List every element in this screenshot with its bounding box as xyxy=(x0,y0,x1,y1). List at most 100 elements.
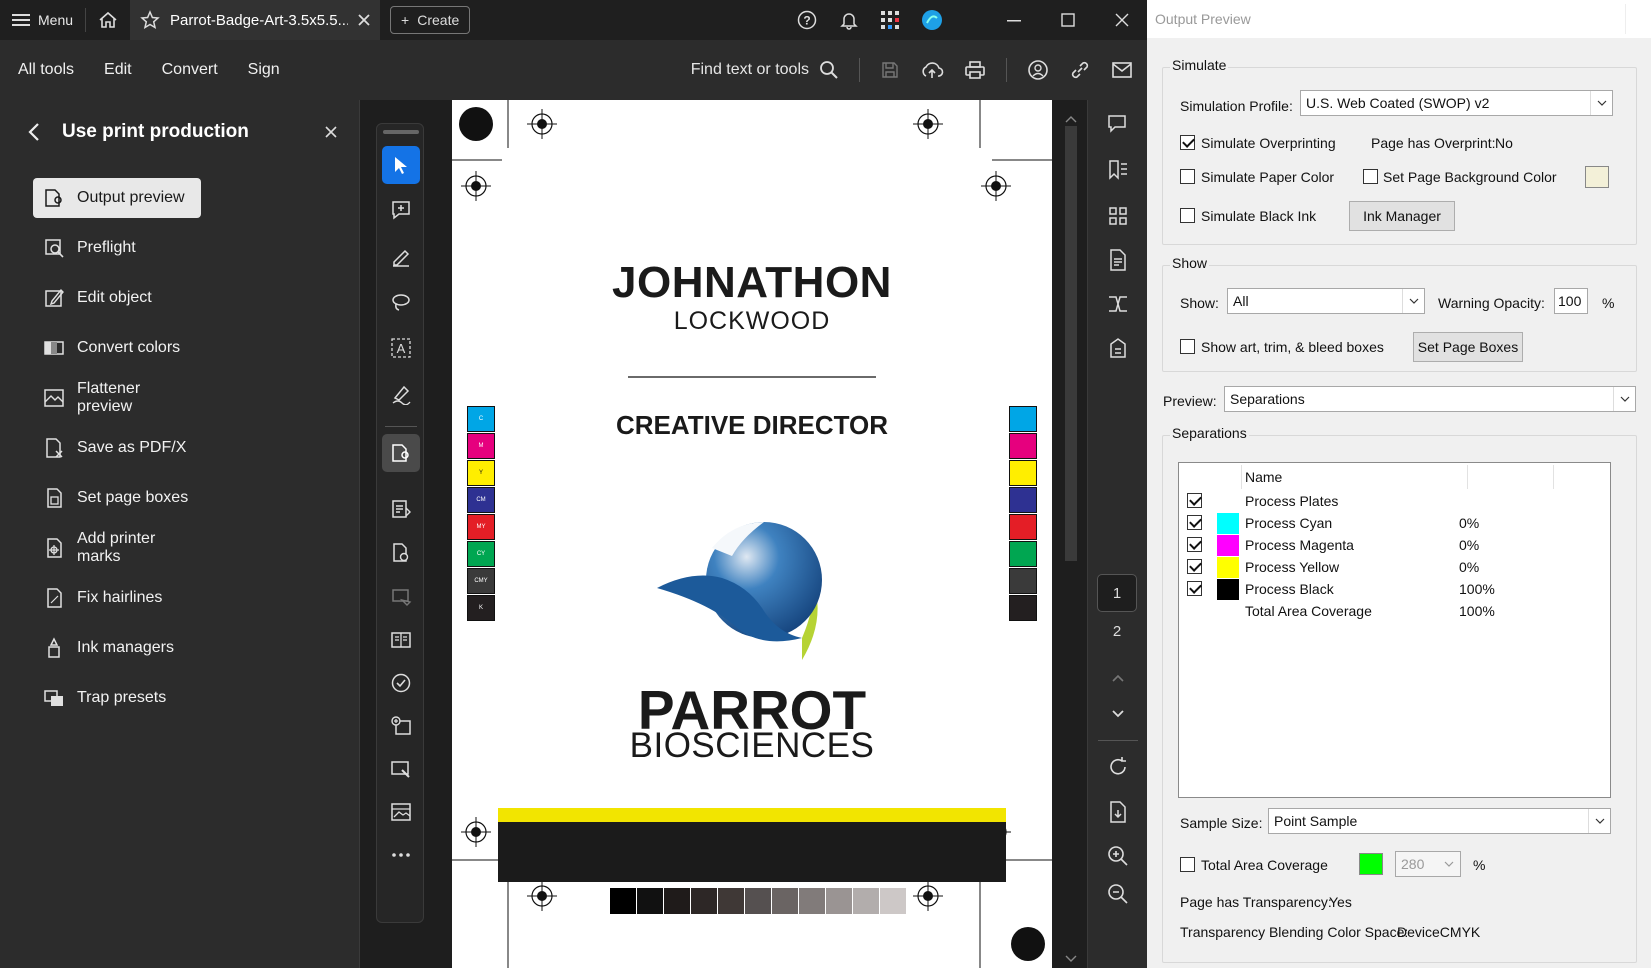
extract-page-icon[interactable] xyxy=(1106,800,1130,824)
page-number-1[interactable]: 1 xyxy=(1097,574,1137,612)
select-tool-button[interactable] xyxy=(382,146,420,184)
help-icon[interactable]: ? xyxy=(797,10,817,30)
tool-item-set-page-boxes[interactable]: Set page boxes xyxy=(33,478,201,518)
add-image-tool-button[interactable] xyxy=(382,707,420,745)
set-page-boxes-button[interactable]: Set Page Boxes xyxy=(1413,332,1523,362)
tool-item-edit-object[interactable]: Edit object xyxy=(33,278,201,318)
tool-item-fix-hairlines[interactable]: Fix hairlines xyxy=(33,578,201,618)
dialog-close-icon[interactable] xyxy=(1625,4,1651,34)
separation-checkbox[interactable] xyxy=(1187,537,1202,552)
mail-icon[interactable] xyxy=(1111,61,1133,79)
lasso-tool-button[interactable] xyxy=(382,283,420,321)
output-preview-tool-button[interactable] xyxy=(382,434,420,472)
zoom-in-icon[interactable] xyxy=(1106,844,1130,868)
separation-row[interactable]: Total Area Coverage 100% xyxy=(1179,601,1610,623)
minimize-icon[interactable] xyxy=(1007,13,1021,27)
page-settings-tool-button[interactable] xyxy=(382,534,420,572)
tool-item-ink-managers[interactable]: Ink managers xyxy=(33,628,201,668)
page-bg-color-checkbox[interactable] xyxy=(1363,169,1378,184)
screen-edit-icon xyxy=(390,758,412,780)
rotate-icon[interactable] xyxy=(1106,755,1130,779)
share-user-icon[interactable] xyxy=(1027,59,1049,81)
show-select[interactable]: All xyxy=(1227,288,1425,314)
home-button[interactable] xyxy=(86,0,130,40)
book-tool-button[interactable] xyxy=(382,621,420,659)
separation-row[interactable]: Process Magenta 0% xyxy=(1179,535,1610,557)
tool-item-add-printer-marks[interactable]: Add printer marks xyxy=(33,528,201,568)
apps-grid-icon[interactable] xyxy=(881,11,899,29)
tool-item-output-preview[interactable]: Output preview xyxy=(33,178,201,218)
sample-size-select[interactable]: Point Sample xyxy=(1268,808,1611,834)
show-boxes-checkbox[interactable] xyxy=(1180,339,1195,354)
separation-row[interactable]: Process Yellow 0% xyxy=(1179,557,1610,579)
cloud-upload-icon[interactable] xyxy=(920,60,944,80)
tac-color-swatch[interactable] xyxy=(1359,853,1383,875)
separation-checkbox[interactable] xyxy=(1187,515,1202,530)
check-tool-button[interactable] xyxy=(382,664,420,702)
maximize-icon[interactable] xyxy=(1061,13,1075,27)
menu-convert[interactable]: Convert xyxy=(147,61,233,79)
sign-tool-button[interactable] xyxy=(382,375,420,413)
disabled-tool-button[interactable] xyxy=(382,578,420,616)
separation-checkbox[interactable] xyxy=(1187,581,1202,596)
separation-checkbox[interactable] xyxy=(1187,493,1202,508)
tool-item-save-as-pdf-x[interactable]: Save as PDF/X xyxy=(33,428,201,468)
picture-tool-button[interactable] xyxy=(382,793,420,831)
tool-item-trap-presets[interactable]: Trap presets xyxy=(33,678,201,718)
page-bg-color-swatch[interactable] xyxy=(1585,166,1609,188)
star-icon[interactable] xyxy=(140,10,160,30)
preflight-tool-button[interactable] xyxy=(382,490,420,528)
more-tools-button[interactable] xyxy=(382,836,420,874)
tool-item-convert-colors[interactable]: Convert colors xyxy=(33,328,201,368)
menu-edit[interactable]: Edit xyxy=(89,61,147,79)
close-panel-icon[interactable] xyxy=(325,126,337,138)
comments-icon[interactable] xyxy=(1106,112,1130,136)
bookmarks-icon[interactable] xyxy=(1106,158,1130,182)
accessibility-icon[interactable] xyxy=(1106,336,1130,360)
link-icon[interactable] xyxy=(1069,59,1091,81)
separation-row[interactable]: Process Black 100% xyxy=(1179,579,1610,601)
document-scrollbar[interactable] xyxy=(1060,100,1082,968)
menu-all-tools[interactable]: All tools xyxy=(0,61,89,79)
page-up-icon[interactable] xyxy=(1106,666,1130,690)
document-tab[interactable]: Parrot-Badge-Art-3.5x5.5... xyxy=(130,0,381,40)
warning-opacity-input[interactable]: 100 xyxy=(1554,288,1588,314)
highlight-tool-button[interactable] xyxy=(382,237,420,275)
edit-image-tool-button[interactable] xyxy=(382,750,420,788)
create-button[interactable]: + Create xyxy=(390,6,471,34)
text-box-tool-button[interactable]: A xyxy=(382,329,420,367)
separation-row[interactable]: Process Cyan 0% xyxy=(1179,513,1610,535)
page-number-2[interactable]: 2 xyxy=(1097,612,1137,650)
simulate-overprinting-checkbox[interactable] xyxy=(1180,135,1195,150)
menu-button[interactable]: Menu xyxy=(0,0,85,40)
bell-icon[interactable] xyxy=(839,10,859,30)
separation-checkbox[interactable] xyxy=(1187,559,1202,574)
tac-value-select[interactable]: 280 xyxy=(1395,851,1461,877)
close-tab-icon[interactable] xyxy=(358,14,370,26)
back-chevron-icon[interactable] xyxy=(28,122,40,142)
print-icon[interactable] xyxy=(964,60,986,80)
scroll-thumb[interactable] xyxy=(1065,126,1077,561)
tool-item-preflight[interactable]: Preflight xyxy=(33,228,201,268)
find-tools-button[interactable]: Find text or tools xyxy=(691,60,839,80)
comment-tool-button[interactable] xyxy=(382,191,420,229)
close-window-icon[interactable] xyxy=(1115,13,1129,27)
ink-manager-button[interactable]: Ink Manager xyxy=(1349,201,1455,231)
thumbnails-icon[interactable] xyxy=(1106,204,1130,228)
preview-select[interactable]: Separations xyxy=(1224,386,1636,412)
separation-row[interactable]: Process Plates xyxy=(1179,491,1610,513)
simulate-paper-color-checkbox[interactable] xyxy=(1180,169,1195,184)
simulation-profile-select[interactable]: U.S. Web Coated (SWOP) v2 xyxy=(1300,90,1613,116)
tool-item-flattener-preview[interactable]: Flattener preview xyxy=(33,378,201,418)
page-down-icon[interactable] xyxy=(1106,702,1130,726)
save-icon[interactable] xyxy=(880,60,900,80)
assistant-icon[interactable] xyxy=(921,9,943,31)
scroll-down-icon[interactable] xyxy=(1065,950,1077,968)
total-area-coverage-checkbox[interactable] xyxy=(1180,857,1195,872)
more-dots-icon xyxy=(391,852,411,858)
compare-icon[interactable] xyxy=(1106,292,1130,316)
simulate-black-ink-checkbox[interactable] xyxy=(1180,208,1195,223)
page-properties-icon[interactable] xyxy=(1106,248,1130,272)
zoom-out-icon[interactable] xyxy=(1106,882,1130,906)
menu-sign[interactable]: Sign xyxy=(233,61,295,79)
